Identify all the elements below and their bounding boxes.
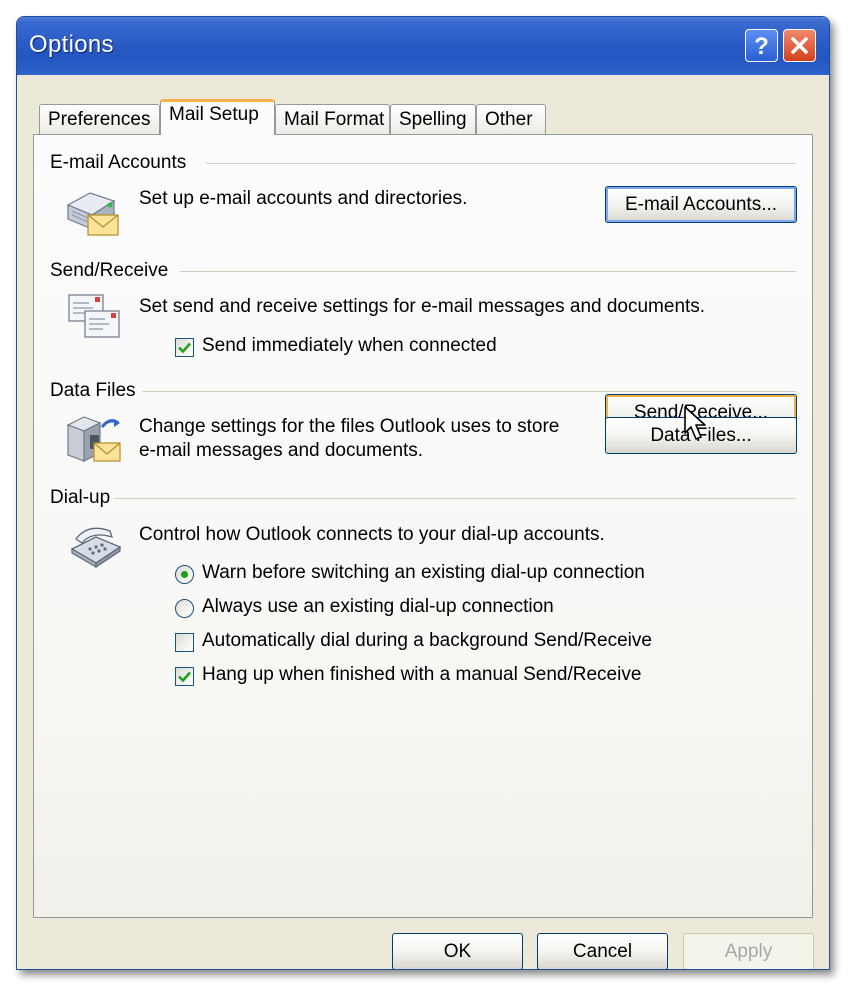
tab-other[interactable]: Other — [476, 104, 546, 134]
telephone-icon — [70, 527, 122, 569]
mail-setup-panel: E-mail Accounts Set up e-mail accounts a… — [33, 134, 813, 918]
options-dialog: Options ? Preferences Mail Setup Mail Fo… — [16, 16, 830, 970]
apply-button[interactable]: Apply — [683, 933, 814, 969]
section-divider — [142, 391, 796, 392]
send-immediately-checkbox[interactable] — [175, 338, 194, 357]
tab-label: Mail Setup — [169, 104, 259, 125]
send-receive-icon — [68, 294, 120, 338]
dialog-client-area: Preferences Mail Setup Mail Format Spell… — [21, 75, 825, 969]
warn-before-switching-label[interactable]: Warn before switching an existing dial-u… — [202, 562, 645, 584]
close-icon — [791, 37, 808, 54]
tab-mail-format[interactable]: Mail Format — [275, 104, 390, 134]
automatically-dial-checkbox[interactable] — [175, 633, 194, 652]
automatically-dial-label[interactable]: Automatically dial during a background S… — [202, 630, 652, 652]
data-files-description-line1: Change settings for the files Outlook us… — [139, 416, 560, 437]
email-accounts-description: Set up e-mail accounts and directories. — [139, 188, 468, 209]
warn-before-switching-radio[interactable] — [175, 565, 194, 584]
email-accounts-icon — [66, 192, 119, 236]
tab-mail-setup[interactable]: Mail Setup — [160, 99, 275, 135]
data-files-description-line2: e-mail messages and documents. — [139, 440, 424, 461]
always-use-existing-label[interactable]: Always use an existing dial-up connectio… — [202, 596, 554, 618]
email-accounts-heading: E-mail Accounts — [50, 152, 187, 173]
help-button[interactable]: ? — [745, 29, 778, 62]
tab-label: Mail Format — [284, 109, 385, 130]
window-title: Options — [29, 31, 114, 58]
mouse-pointer-icon — [684, 406, 706, 440]
ok-button[interactable]: OK — [392, 933, 523, 969]
checkmark-icon — [178, 671, 191, 683]
radio-dot-icon — [180, 570, 189, 579]
tab-label: Other — [485, 109, 533, 130]
tab-label: Preferences — [48, 109, 151, 130]
email-accounts-button[interactable]: E-mail Accounts... — [605, 186, 797, 223]
hang-up-checkbox[interactable] — [175, 667, 194, 686]
tab-spelling[interactable]: Spelling — [390, 104, 476, 134]
always-use-existing-radio[interactable] — [175, 599, 194, 618]
tab-preferences[interactable]: Preferences — [39, 104, 160, 134]
title-bar[interactable]: Options ? — [17, 17, 829, 75]
section-divider — [180, 271, 796, 272]
question-mark-icon: ? — [754, 33, 769, 60]
close-button[interactable] — [783, 29, 816, 62]
svg-text:?: ? — [754, 33, 769, 60]
data-files-icon — [66, 416, 121, 462]
section-divider — [206, 163, 796, 164]
dial-up-heading: Dial-up — [50, 487, 111, 508]
cancel-button[interactable]: Cancel — [537, 933, 668, 969]
send-receive-description: Set send and receive settings for e-mail… — [139, 296, 706, 317]
data-files-heading: Data Files — [50, 380, 136, 401]
section-divider — [114, 498, 796, 499]
hang-up-label[interactable]: Hang up when finished with a manual Send… — [202, 664, 641, 686]
send-immediately-label[interactable]: Send immediately when connected — [202, 335, 497, 357]
dial-up-description: Control how Outlook connects to your dia… — [139, 524, 605, 545]
tab-label: Spelling — [399, 109, 467, 130]
send-receive-heading: Send/Receive — [50, 260, 169, 281]
checkmark-icon — [178, 342, 191, 354]
